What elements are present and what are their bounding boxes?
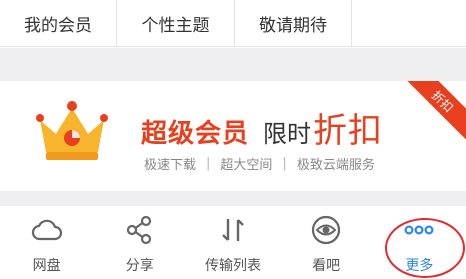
feature-separator: | [282,156,287,171]
crown-icon [36,101,108,160]
feature-separator: | [206,156,211,171]
nav-item-share[interactable]: 分享 [93,206,186,279]
more-highlight-circle [385,218,465,278]
nav-label: 看吧 [312,258,341,274]
menu-item-empty [352,0,466,47]
super-vip-banner[interactable]: 超级会员 限时 折扣 极速下载 | 超大空间 | 极致云端服务 折扣 [0,81,466,191]
discount-ribbon: 折扣 [399,81,466,145]
limited-label: 限时 [263,120,312,148]
feature-large-space: 超大空间 [220,158,273,173]
nav-item-netdisk[interactable]: 网盘 [0,206,93,279]
section-divider [0,191,466,206]
nav-label: 传输列表 [204,258,261,274]
feature-cloud-service: 极致云端服务 [296,158,375,173]
cloud-icon [31,219,62,241]
menu-item-my-membership[interactable]: 我的会员 [0,0,117,47]
discount-label: 折扣 [313,111,384,151]
nav-item-watch[interactable]: 看吧 [280,206,373,279]
transfer-icon [222,219,244,241]
ribbon-label: 折扣 [429,87,457,115]
top-menu: 我的会员 个性主题 敬请期待 [0,0,466,47]
feature-fast-download: 极速下载 [144,158,197,173]
vip-label: 超级会员 [141,119,250,149]
nav-label: 网盘 [32,258,61,274]
eye-icon [312,215,341,245]
banner-title: 超级会员 限时 折扣 [141,103,383,152]
menu-item-themes[interactable]: 个性主题 [117,0,235,47]
nav-label: 分享 [125,258,154,274]
share-icon [126,215,151,245]
section-divider [0,48,466,81]
feature-list: 极速下载 | 超大空间 | 极致云端服务 [144,154,375,173]
nav-item-transfers[interactable]: 传输列表 [186,206,279,279]
menu-item-coming-soon[interactable]: 敬请期待 [235,0,352,47]
